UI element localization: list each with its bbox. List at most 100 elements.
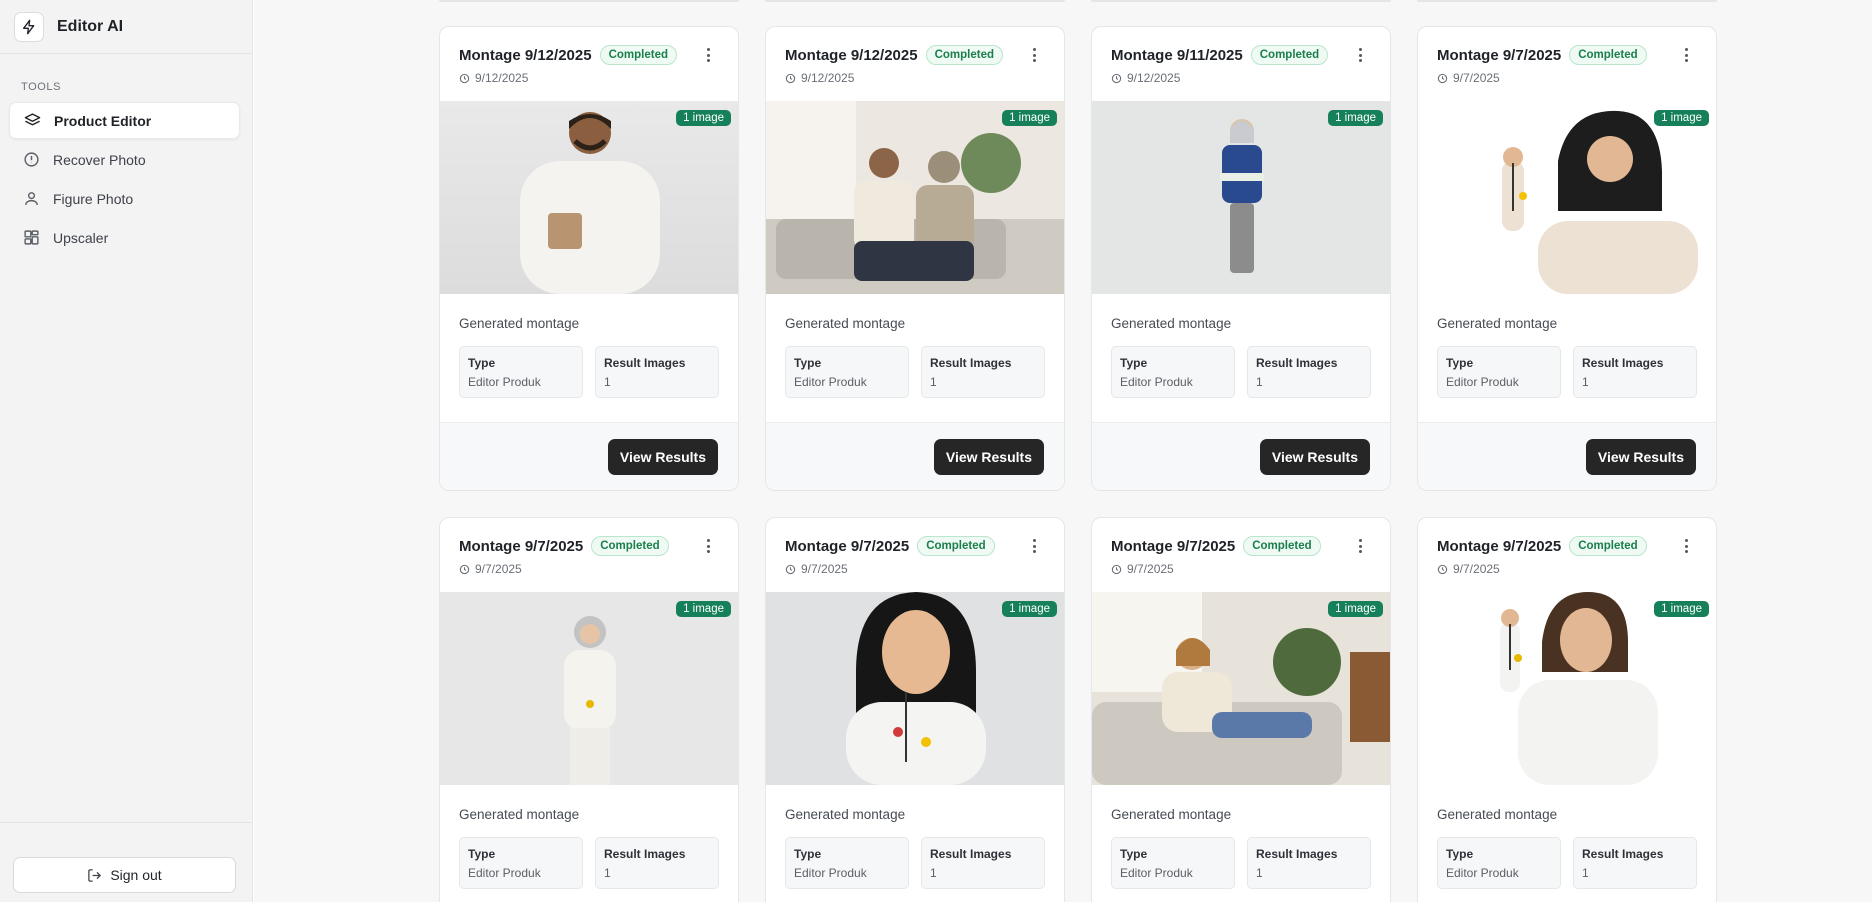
- view-results-button[interactable]: View Results: [607, 439, 718, 475]
- type-value: Editor Produk: [1446, 866, 1519, 880]
- clock-icon: [1111, 73, 1122, 84]
- clock-icon: [459, 73, 470, 84]
- image-count-badge: 1 image: [1328, 110, 1383, 126]
- more-options-icon[interactable]: [701, 536, 715, 556]
- view-results-button[interactable]: View Results: [933, 439, 1044, 475]
- result-images-value: 1: [930, 866, 937, 880]
- type-label: Type: [1446, 847, 1474, 861]
- image-count-badge: 1 image: [676, 110, 731, 126]
- card-body: Generated montage Type Editor Produk Res…: [440, 785, 738, 902]
- result-image[interactable]: 1 image: [1418, 101, 1716, 294]
- card-header: Montage 9/7/2025 Completed 9/7/2025: [1418, 27, 1716, 101]
- card-title: Montage 9/12/2025: [459, 46, 592, 64]
- lightning-icon: [14, 11, 44, 42]
- card-title: Montage 9/7/2025: [1437, 537, 1562, 555]
- sidebar-item-label: Figure Photo: [53, 190, 134, 207]
- app-name: Editor AI: [57, 17, 124, 35]
- clock-icon: [785, 564, 796, 575]
- card-edge: [439, 0, 739, 2]
- sidebar-item-product-editor[interactable]: Product Editor: [9, 102, 240, 139]
- result-images-label: Result Images: [604, 356, 686, 370]
- user-icon: [22, 190, 40, 208]
- card-date: 9/12/2025: [801, 71, 855, 85]
- card-body: Generated montage Type Editor Produk Res…: [440, 294, 738, 422]
- type-value: Editor Produk: [1120, 866, 1193, 880]
- image-count-badge: 1 image: [1002, 601, 1057, 617]
- result-images-label: Result Images: [604, 847, 686, 861]
- card-title: Montage 9/7/2025: [785, 537, 910, 555]
- brand: Editor AI: [0, 0, 252, 54]
- card-date: 9/7/2025: [1453, 71, 1500, 85]
- type-box: Type Editor Produk: [459, 837, 583, 889]
- sidebar-footer: Sign out: [0, 822, 253, 902]
- more-options-icon[interactable]: [1679, 536, 1693, 556]
- result-images-label: Result Images: [1256, 847, 1338, 861]
- more-options-icon[interactable]: [701, 45, 715, 65]
- sign-out-button[interactable]: Sign out: [13, 857, 236, 893]
- image-count-badge: 1 image: [1328, 601, 1383, 617]
- montage-card: Montage 9/7/2025 Completed 9/7/2025 1 im…: [1417, 517, 1717, 902]
- montage-card: Montage 9/7/2025 Completed 9/7/2025 1 im…: [1091, 517, 1391, 902]
- type-box: Type Editor Produk: [1111, 837, 1235, 889]
- card-date: 9/7/2025: [475, 562, 522, 576]
- card-body: Generated montage Type Editor Produk Res…: [1092, 294, 1390, 422]
- more-options-icon[interactable]: [1353, 45, 1367, 65]
- more-options-icon[interactable]: [1027, 536, 1041, 556]
- card-footer: View Results: [1092, 422, 1390, 490]
- result-images-value: 1: [604, 375, 611, 389]
- type-label: Type: [794, 847, 822, 861]
- more-options-icon[interactable]: [1679, 45, 1693, 65]
- montage-card: Montage 9/11/2025 Completed 9/12/2025 1 …: [1091, 26, 1391, 491]
- result-image[interactable]: 1 image: [1418, 592, 1716, 785]
- sidebar-item-upscaler[interactable]: Upscaler: [9, 219, 240, 256]
- status-badge: Completed: [599, 45, 677, 65]
- type-box: Type Editor Produk: [459, 346, 583, 398]
- status-badge: Completed: [1569, 45, 1647, 65]
- card-date: 9/7/2025: [1127, 562, 1174, 576]
- montage-card: Montage 9/12/2025 Completed 9/12/2025 1 …: [439, 26, 739, 491]
- sidebar-nav: Product Editor Recover Photo Figure Phot…: [9, 102, 240, 258]
- result-images-box: Result Images 1: [921, 346, 1045, 398]
- type-box: Type Editor Produk: [785, 837, 909, 889]
- more-options-icon[interactable]: [1353, 536, 1367, 556]
- card-body: Generated montage Type Editor Produk Res…: [766, 294, 1064, 422]
- more-options-icon[interactable]: [1027, 45, 1041, 65]
- card-footer: View Results: [1418, 422, 1716, 490]
- status-badge: Completed: [591, 536, 669, 556]
- result-image[interactable]: 1 image: [766, 101, 1064, 294]
- result-image[interactable]: 1 image: [440, 592, 738, 785]
- card-date: 9/7/2025: [801, 562, 848, 576]
- result-image[interactable]: 1 image: [440, 101, 738, 294]
- image-count-badge: 1 image: [1002, 110, 1057, 126]
- clock-icon: [1437, 564, 1448, 575]
- result-images-box: Result Images 1: [1573, 346, 1697, 398]
- montage-card: Montage 9/7/2025 Completed 9/7/2025 1 im…: [439, 517, 739, 902]
- main-content[interactable]: Montage 9/12/2025 Completed 9/12/2025 1 …: [254, 0, 1872, 902]
- type-label: Type: [1446, 356, 1474, 370]
- view-results-button[interactable]: View Results: [1259, 439, 1370, 475]
- view-results-button[interactable]: View Results: [1585, 439, 1696, 475]
- type-box: Type Editor Produk: [1437, 346, 1561, 398]
- status-badge: Completed: [917, 536, 995, 556]
- result-image[interactable]: 1 image: [766, 592, 1064, 785]
- type-label: Type: [468, 847, 496, 861]
- card-body: Generated montage Type Editor Produk Res…: [1418, 785, 1716, 902]
- card-description: Generated montage: [459, 316, 580, 331]
- card-header: Montage 9/7/2025 Completed 9/7/2025: [440, 518, 738, 592]
- result-images-label: Result Images: [1582, 356, 1664, 370]
- sidebar-item-recover-photo[interactable]: Recover Photo: [9, 141, 240, 178]
- type-box: Type Editor Produk: [785, 346, 909, 398]
- result-images-box: Result Images 1: [1247, 837, 1371, 889]
- sidebar-item-figure-photo[interactable]: Figure Photo: [9, 180, 240, 217]
- clock-icon: [1111, 564, 1122, 575]
- card-edge: [1417, 0, 1717, 2]
- image-count-badge: 1 image: [676, 601, 731, 617]
- result-image[interactable]: 1 image: [1092, 101, 1390, 294]
- card-header: Montage 9/12/2025 Completed 9/12/2025: [440, 27, 738, 101]
- card-title: Montage 9/7/2025: [1111, 537, 1236, 555]
- card-title: Montage 9/11/2025: [1111, 46, 1243, 64]
- result-image[interactable]: 1 image: [1092, 592, 1390, 785]
- card-description: Generated montage: [1111, 316, 1232, 331]
- section-label-tools: TOOLS: [21, 81, 62, 93]
- type-value: Editor Produk: [468, 375, 541, 389]
